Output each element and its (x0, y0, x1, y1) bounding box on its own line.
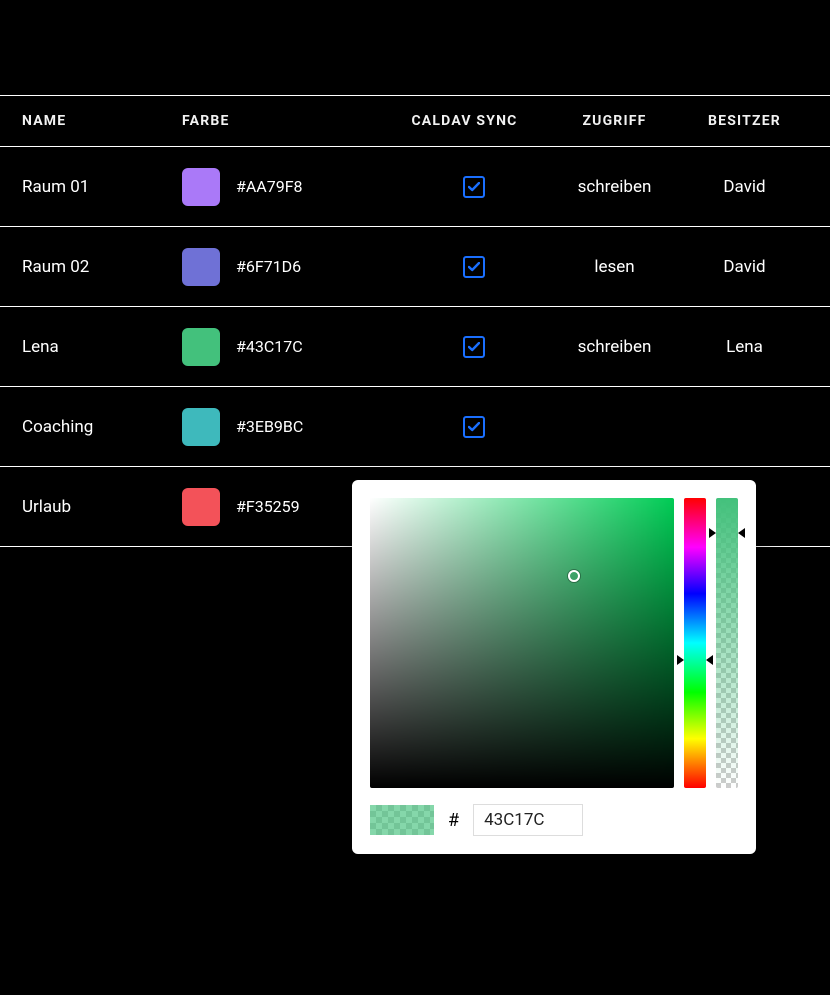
caldav-sync-checkbox[interactable] (463, 336, 485, 358)
table-row: Raum 02 #6F71D6 lesen David (0, 227, 830, 307)
col-header-name: NAME (22, 113, 182, 129)
cell-sync (387, 256, 542, 278)
edit-button[interactable] (824, 411, 830, 442)
color-hex-label: #6F71D6 (236, 257, 301, 276)
color-hex-label: #AA79F8 (236, 177, 303, 196)
cell-color: #43C17C (182, 328, 387, 366)
cell-color: #3EB9BC (182, 408, 387, 446)
col-header-color: FARBE (182, 113, 387, 129)
color-hex-label: #F35259 (236, 497, 300, 516)
table-row: Lena #43C17C schreiben Lena (0, 307, 830, 387)
color-hex-label: #3EB9BC (236, 417, 303, 436)
edit-button[interactable] (824, 491, 830, 522)
col-header-access: ZUGRIFF (542, 113, 687, 129)
hex-hash-label: # (448, 810, 459, 831)
hue-slider-handle-left[interactable] (677, 655, 684, 665)
cell-sync (387, 176, 542, 198)
edit-button[interactable] (824, 331, 830, 362)
color-hex-label: #43C17C (236, 337, 303, 356)
alpha-slider[interactable] (716, 498, 738, 788)
cell-access: lesen (542, 257, 687, 277)
alpha-slider-handle-right[interactable] (738, 528, 745, 538)
cell-name: Raum 01 (22, 177, 182, 197)
caldav-sync-checkbox[interactable] (463, 416, 485, 438)
cell-access: schreiben (542, 177, 687, 197)
hue-slider[interactable] (684, 498, 706, 788)
cell-name: Raum 02 (22, 257, 182, 277)
color-swatch[interactable] (182, 248, 220, 286)
cell-owner: David (687, 177, 802, 197)
cell-sync (387, 416, 542, 438)
cell-color: #6F71D6 (182, 248, 387, 286)
cell-owner: Lena (687, 337, 802, 357)
cell-owner: David (687, 257, 802, 277)
table-row: Raum 01 #AA79F8 schreiben David (0, 147, 830, 227)
color-swatch[interactable] (182, 168, 220, 206)
edit-button[interactable] (824, 171, 830, 202)
color-picker-panel: # (352, 480, 756, 854)
color-preview-swatch (370, 805, 434, 835)
cell-color: #AA79F8 (182, 168, 387, 206)
cell-name: Lena (22, 337, 182, 357)
caldav-sync-checkbox[interactable] (463, 176, 485, 198)
col-header-owner: BESITZER (687, 113, 802, 129)
cell-name: Urlaub (22, 497, 182, 517)
alpha-slider-handle-left[interactable] (709, 528, 716, 538)
col-header-sync: CALDAV SYNC (387, 113, 542, 129)
edit-button[interactable] (824, 251, 830, 282)
color-swatch[interactable] (182, 488, 220, 526)
cell-name: Coaching (22, 417, 182, 437)
table-row: Coaching #3EB9BC (0, 387, 830, 467)
color-swatch[interactable] (182, 408, 220, 446)
cell-sync (387, 336, 542, 358)
caldav-sync-checkbox[interactable] (463, 256, 485, 278)
hue-slider-handle-right[interactable] (706, 655, 713, 665)
color-swatch[interactable] (182, 328, 220, 366)
table-header-row: NAME FARBE CALDAV SYNC ZUGRIFF BESITZER (0, 95, 830, 147)
sv-cursor[interactable] (568, 570, 580, 582)
hex-input[interactable] (473, 804, 583, 836)
cell-access: schreiben (542, 337, 687, 357)
saturation-value-area[interactable] (370, 498, 674, 788)
